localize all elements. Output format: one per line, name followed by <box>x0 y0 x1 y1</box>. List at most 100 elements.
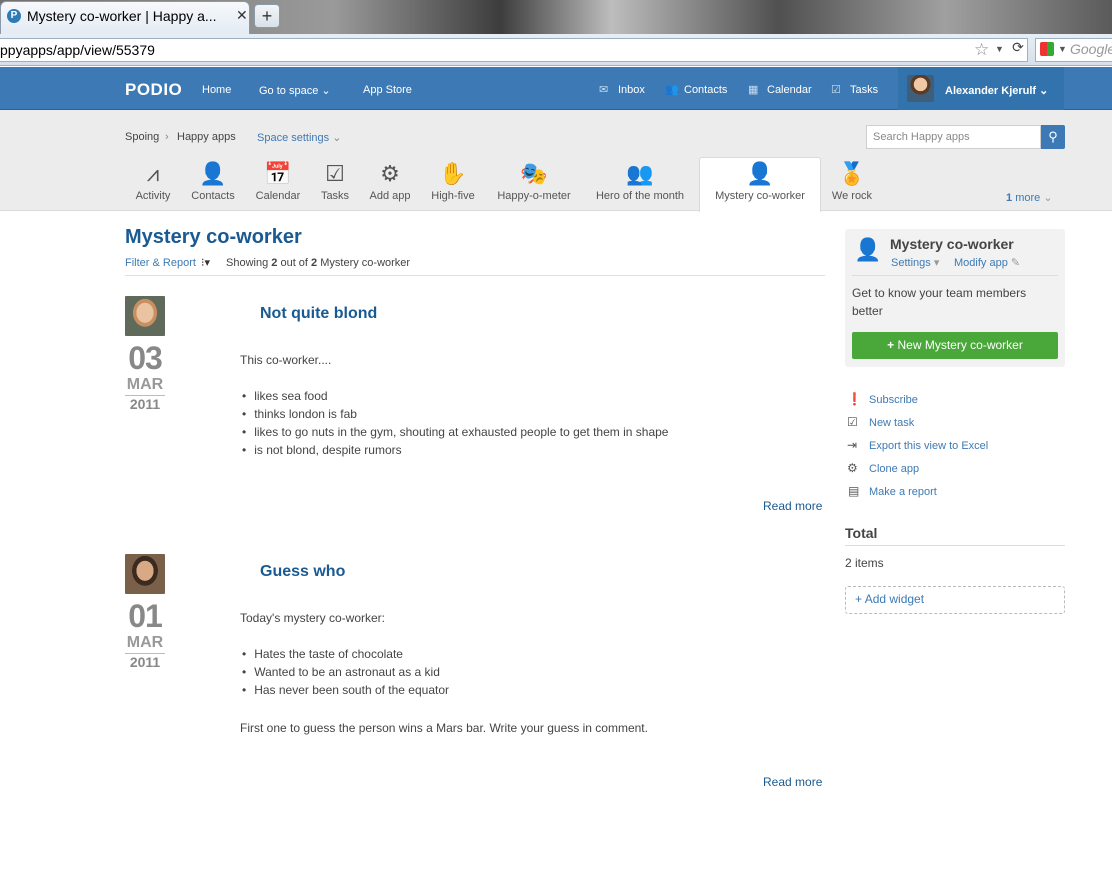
contacts-icon: 👥 <box>665 84 679 96</box>
app-tab-mystery-co-worker[interactable]: 👤 Mystery co-worker <box>702 160 818 202</box>
chevron-down-icon: ⌄ <box>321 85 331 97</box>
wrench-icon: ✎ <box>1010 257 1021 269</box>
item-date-day: 03 <box>128 340 163 376</box>
person-icon: 👤 <box>746 161 774 186</box>
new-item-button[interactable]: + New Mystery co-worker <box>852 332 1058 359</box>
activity-icon: ⩘ <box>146 161 160 186</box>
nav-contacts[interactable]: Contacts <box>684 84 727 96</box>
read-more-link[interactable]: Read more <box>763 499 822 513</box>
divider <box>845 545 1065 546</box>
subscribe-icon: ❗ <box>847 392 862 406</box>
report-icon: ▤ <box>848 484 860 498</box>
chevron-down-icon: ⌄ <box>1039 85 1049 97</box>
tasks-icon: ☑ <box>831 84 841 96</box>
item-title[interactable]: Not quite blond <box>260 305 377 323</box>
checkbox-icon: ☑ <box>847 415 858 429</box>
item-outro: First one to guess the person wins a Mar… <box>240 721 648 735</box>
more-apps-dropdown[interactable]: 1 more ⌄ <box>1006 191 1053 204</box>
user-name[interactable]: Alexander Kjerulf ⌄ <box>945 84 1048 97</box>
item-avatar[interactable] <box>125 296 165 336</box>
list-item: Wanted to be an astronaut as a kid <box>242 665 440 679</box>
breadcrumb-space[interactable]: Happy apps <box>177 131 236 143</box>
breadcrumb-org[interactable]: Spoing <box>125 131 159 143</box>
podio-logo[interactable]: PODIO <box>125 80 182 100</box>
app-tab-calendar[interactable]: 📅 Calendar <box>250 160 306 202</box>
app-tab-happy-o-meter[interactable]: 🎭 Happy-o-meter <box>490 160 578 202</box>
nav-inbox[interactable]: Inbox <box>618 84 645 96</box>
search-button[interactable]: ⚲ <box>1041 125 1065 149</box>
app-tab-tasks[interactable]: ☑ Tasks <box>315 160 355 202</box>
group-icon: 👥 <box>626 161 654 186</box>
export-icon: ⇥ <box>847 438 858 452</box>
make-report-link[interactable]: Make a report <box>869 486 937 498</box>
app-tab-we-rock[interactable]: 🏅 We rock <box>826 160 878 202</box>
app-settings-link[interactable]: Settings ▾ <box>891 256 939 269</box>
gear-plus-icon: ⚙ <box>380 161 400 186</box>
read-more-link[interactable]: Read more <box>763 775 822 789</box>
app-description: Get to know your team members better <box>852 286 1027 318</box>
filter-dropdown-icon[interactable]: ⁝▾ <box>201 256 210 269</box>
app-tab-contacts[interactable]: 👤 Contacts <box>186 160 240 202</box>
reload-icon[interactable]: ⟳ <box>1008 39 1028 59</box>
app-tab-high-five[interactable]: ✋ High-five <box>426 160 480 202</box>
list-item: Hates the taste of chocolate <box>242 647 403 661</box>
search-placeholder: Search Happy apps <box>873 131 970 143</box>
showing-count: Showing 2 out of 2 Mystery co-worker <box>226 257 411 269</box>
bookmark-dropdown-icon[interactable]: ▼ <box>995 44 1004 54</box>
item-intro: Today's mystery co-worker: <box>240 611 385 625</box>
checkbox-icon: ☑ <box>325 161 345 186</box>
nav-tasks[interactable]: Tasks <box>850 84 878 96</box>
subscribe-link[interactable]: Subscribe <box>869 394 918 406</box>
gear-icon: ⚙ <box>847 461 858 475</box>
page-title: Mystery co-worker <box>125 226 302 248</box>
list-item: is not blond, despite rumors <box>242 443 401 457</box>
divider <box>125 275 825 276</box>
list-item: likes to go nuts in the gym, shouting at… <box>242 425 668 439</box>
close-tab-icon[interactable]: ✕ <box>236 7 248 24</box>
total-value: 2 items <box>845 556 884 570</box>
app-tab-activity[interactable]: ⩘ Activity <box>129 160 177 202</box>
calendar-icon: 📅 <box>264 161 292 186</box>
item-date-month: MAR <box>125 376 165 396</box>
nav-home[interactable]: Home <box>202 84 231 96</box>
browser-tab-title: Mystery co-worker | Happy a... <box>27 8 217 24</box>
total-heading: Total <box>845 525 878 541</box>
export-excel-link[interactable]: Export this view to Excel <box>869 440 988 452</box>
app-tab-add-app[interactable]: ⚙ Add app <box>364 160 416 202</box>
add-widget-label[interactable]: + Add widget <box>855 592 924 606</box>
nav-app-store[interactable]: App Store <box>363 84 412 96</box>
search-icon: ⚲ <box>1048 129 1058 144</box>
podio-favicon-icon: P <box>7 9 21 23</box>
calendar-icon: ▦ <box>748 84 759 96</box>
item-avatar[interactable] <box>125 554 165 594</box>
nav-calendar[interactable]: Calendar <box>767 84 812 96</box>
google-icon <box>1040 42 1054 56</box>
medal-icon: 🏅 <box>838 161 866 186</box>
new-task-link[interactable]: New task <box>869 417 914 429</box>
item-date-month: MAR <box>125 634 165 654</box>
search-engine-dropdown-icon[interactable]: ▼ <box>1058 44 1067 54</box>
plus-icon: + <box>887 338 895 352</box>
item-date-day: 01 <box>128 598 163 634</box>
clone-app-link[interactable]: Clone app <box>869 463 919 475</box>
new-tab-button[interactable]: + <box>254 4 280 28</box>
divider <box>852 275 1058 276</box>
item-date-year: 2011 <box>129 654 161 670</box>
nav-go-to-space[interactable]: Go to space ⌄ <box>259 84 331 97</box>
list-item: likes sea food <box>242 389 327 403</box>
space-settings-link[interactable]: Space settings ⌄ <box>257 131 341 144</box>
list-item: Has never been south of the equator <box>242 683 449 697</box>
chevron-down-icon: ⌄ <box>332 132 342 144</box>
breadcrumb-separator-icon: › <box>165 131 169 143</box>
sidebar-app-title: Mystery co-worker <box>890 236 1014 252</box>
bookmark-star-icon[interactable]: ☆ <box>974 40 989 60</box>
list-item: thinks london is fab <box>242 407 357 421</box>
modify-app-link[interactable]: Modify app ✎ <box>954 256 1020 269</box>
item-title[interactable]: Guess who <box>260 563 345 581</box>
address-bar-url: ppyapps/app/view/55379 <box>0 42 155 58</box>
hand-icon: ✋ <box>439 161 467 186</box>
filter-report-link[interactable]: Filter & Report <box>125 257 196 269</box>
app-tab-hero-of-the-month[interactable]: 👥 Hero of the month <box>588 160 692 202</box>
plus-icon: + <box>855 592 863 606</box>
item-date-year: 2011 <box>129 396 161 412</box>
